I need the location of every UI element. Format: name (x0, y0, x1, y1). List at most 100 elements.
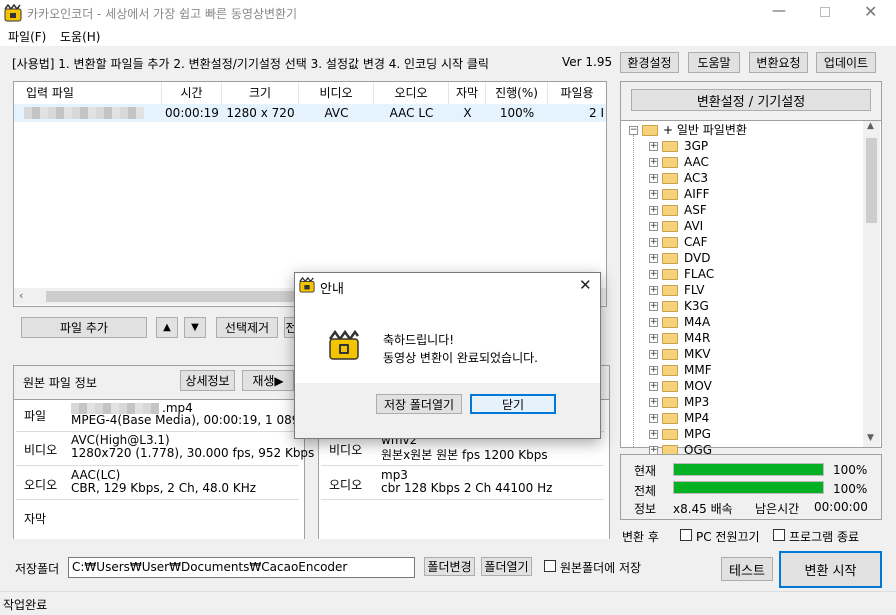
update-button[interactable]: 업데이트 (816, 52, 876, 73)
source-info-group: 원본 파일 정보 상세정보 재생▶ 파일 .mp4 MPEG-4(Base Me… (13, 365, 314, 539)
expand-icon[interactable]: + (649, 222, 658, 231)
col-input-file[interactable]: 입력 파일 (14, 82, 162, 104)
tree-item-avi[interactable]: + AVI (621, 218, 861, 234)
tree-item-dvd[interactable]: + DVD (621, 250, 861, 266)
tree-root[interactable]: − + 일반 파일변환 (621, 122, 861, 138)
format-tree[interactable]: − + 일반 파일변환 +3GP + AAC + AC3 + AIFF + ASF + AVI + CA… (621, 120, 881, 457)
expand-icon[interactable]: + (649, 238, 658, 247)
pc-off-label[interactable]: PC 전원끄기 (696, 528, 760, 545)
folder-icon (662, 285, 678, 296)
tree-item-label: MPG (684, 427, 711, 441)
col-video[interactable]: 비디오 (299, 82, 374, 104)
settings-button[interactable]: 환경설정 (620, 52, 679, 73)
tree-scroll-thumb[interactable] (866, 138, 877, 223)
tree-item-label: AIFF (684, 187, 710, 201)
expand-icon[interactable]: + (649, 414, 658, 423)
detail-info-button[interactable]: 상세정보 (180, 370, 235, 391)
tree-item-ac3[interactable]: + AC3 (621, 170, 861, 186)
test-button[interactable]: 테스트 (721, 557, 773, 581)
start-conversion-button[interactable]: 변환 시작 (779, 551, 882, 588)
add-file-button[interactable]: 파일 추가 (21, 317, 147, 338)
scroll-up-icon[interactable]: ▲ (867, 121, 874, 131)
scroll-left-icon[interactable]: ‹ (19, 289, 23, 302)
dialog-open-folder-button[interactable]: 저장 폴더열기 (376, 394, 462, 414)
expand-icon[interactable]: + (649, 174, 658, 183)
expand-icon[interactable]: + (649, 142, 658, 151)
folder-icon (662, 205, 678, 216)
pc-off-checkbox[interactable] (680, 529, 692, 541)
tree-item-mpg[interactable]: + MPG (621, 426, 861, 442)
tree-item-mov[interactable]: + MOV (621, 378, 861, 394)
scroll-down-icon[interactable]: ▼ (867, 433, 874, 443)
expand-icon[interactable]: + (649, 334, 658, 343)
expand-icon[interactable]: + (649, 382, 658, 391)
menu-help[interactable]: 도움(H) (60, 28, 100, 45)
close-icon[interactable]: ✕ (864, 2, 877, 21)
tree-item-flac[interactable]: + FLAC (621, 266, 861, 282)
expand-icon[interactable]: + (649, 350, 658, 359)
program-exit-label[interactable]: 프로그램 종료 (789, 528, 859, 545)
col-size[interactable]: 크기 (222, 82, 299, 104)
open-folder-button[interactable]: 폴더열기 (481, 557, 532, 576)
tree-item-k3g[interactable]: + K3G (621, 298, 861, 314)
tree-item-flv[interactable]: + FLV (621, 282, 861, 298)
tree-item-caf[interactable]: + CAF (621, 234, 861, 250)
col-time[interactable]: 시간 (162, 82, 222, 104)
col-progress[interactable]: 진행(%) (486, 82, 548, 104)
col-audio[interactable]: 오디오 (374, 82, 449, 104)
tree-item-mp3[interactable]: + MP3 (621, 394, 861, 410)
tree-item-label: ASF (684, 203, 707, 217)
save-folder-input[interactable]: C:₩Users₩User₩Documents₩CacaoEncoder (68, 557, 415, 578)
dialog-close-button[interactable]: 닫기 (470, 394, 556, 414)
change-folder-button[interactable]: 폴더변경 (424, 557, 475, 576)
tree-item-aiff[interactable]: + AIFF (621, 186, 861, 202)
menu-file[interactable]: 파일(F) (8, 28, 46, 45)
tree-item-mkv[interactable]: + MKV (621, 346, 861, 362)
col-extra[interactable]: 파일용 (548, 82, 606, 104)
maximize-icon[interactable] (820, 7, 830, 17)
status-text: 작업완료 (3, 598, 48, 612)
program-exit-checkbox[interactable] (773, 529, 785, 541)
move-up-button[interactable]: ▲ (156, 317, 178, 338)
expand-icon[interactable]: + (649, 254, 658, 263)
help-button[interactable]: 도움말 (688, 52, 740, 73)
expand-icon[interactable]: + (649, 302, 658, 311)
tree-scrollbar[interactable]: ▲ ▼ (863, 121, 880, 447)
scroll-thumb[interactable] (46, 291, 316, 302)
folder-icon (662, 317, 678, 328)
expand-icon[interactable]: + (649, 430, 658, 439)
clapper-icon (328, 329, 360, 361)
request-button[interactable]: 변환요청 (749, 52, 808, 73)
folder-icon (662, 365, 678, 376)
expand-icon[interactable]: + (649, 206, 658, 215)
save-to-source-checkbox[interactable] (544, 560, 556, 572)
tree-item-asf[interactable]: + ASF (621, 202, 861, 218)
play-button[interactable]: 재생▶ (242, 370, 294, 391)
remove-selected-button[interactable]: 선택제거 (216, 317, 278, 338)
collapse-icon[interactable]: − (629, 126, 638, 135)
folder-icon (662, 237, 678, 248)
tree-item-mmf[interactable]: + MMF (621, 362, 861, 378)
tree-item-aac[interactable]: + AAC (621, 154, 861, 170)
expand-icon[interactable]: + (649, 318, 658, 327)
tree-item-m4r[interactable]: + M4R (621, 330, 861, 346)
col-subtitle[interactable]: 자막 (449, 82, 486, 104)
dialog-logo-icon (299, 276, 315, 293)
tree-item-m4a[interactable]: + M4A (621, 314, 861, 330)
tree-item-mp4[interactable]: + MP4 (621, 410, 861, 426)
move-down-button[interactable]: ▼ (184, 317, 206, 338)
expand-icon[interactable]: + (649, 286, 658, 295)
minimize-icon[interactable]: — (772, 3, 786, 19)
folder-icon (662, 397, 678, 408)
save-to-source-label[interactable]: 원본폴더에 저장 (560, 559, 641, 576)
expand-icon[interactable]: + (649, 398, 658, 407)
expand-icon[interactable]: + (649, 366, 658, 375)
expand-icon[interactable]: + (649, 190, 658, 199)
conversion-settings-button[interactable]: 변환설정 / 기기설정 (631, 89, 871, 111)
remain-value: 00:00:00 (814, 500, 868, 514)
expand-icon[interactable]: + (649, 158, 658, 167)
table-row[interactable]: 00:00:19 1280 x 720 AVC AAC LC X 100% 2 … (14, 104, 606, 122)
expand-icon[interactable]: + (649, 270, 658, 279)
dialog-close-icon[interactable]: ✕ (579, 276, 592, 294)
tree-item-3gp[interactable]: +3GP (621, 138, 861, 154)
